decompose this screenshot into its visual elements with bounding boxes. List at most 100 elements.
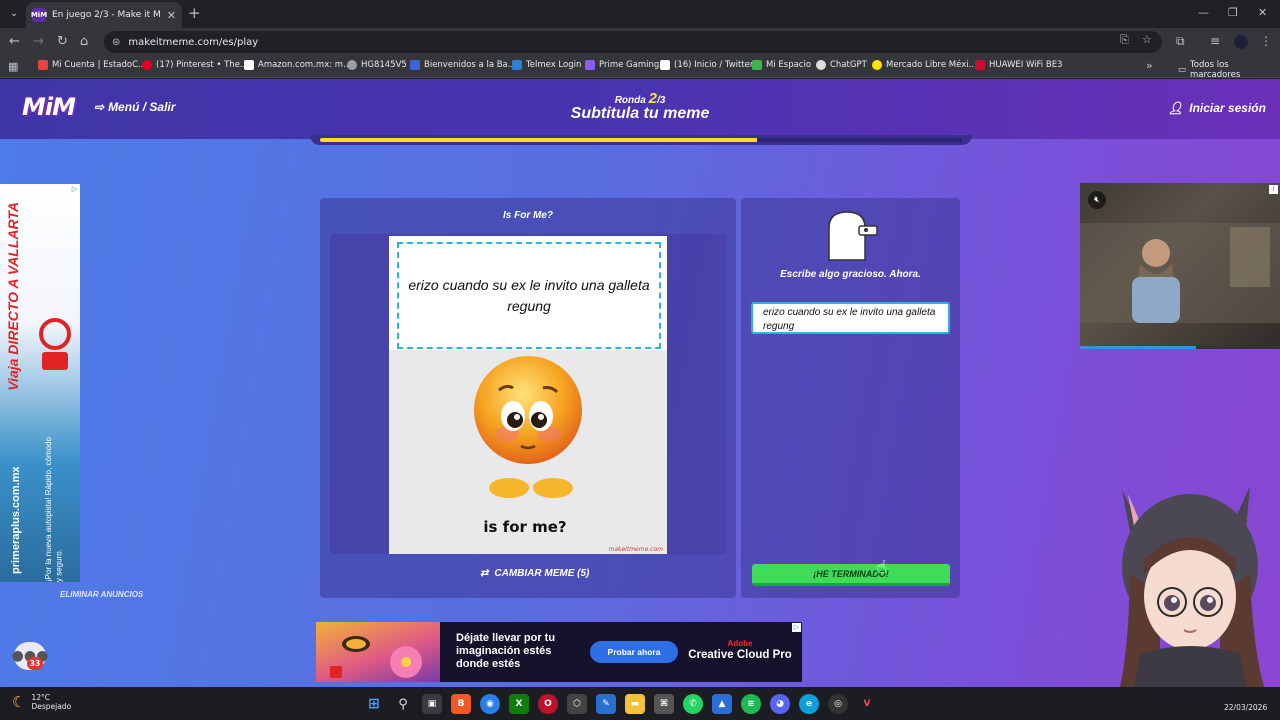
back-icon[interactable]: ←	[9, 34, 20, 50]
bookmark-item[interactable]: HG8145V5	[347, 60, 407, 70]
bookmark-favicon-icon	[975, 60, 985, 70]
ad-choices-icon[interactable]: i	[1269, 185, 1278, 194]
forward-icon[interactable]: →	[33, 34, 44, 50]
ad-choices-icon[interactable]: ▷	[70, 185, 79, 194]
bookmark-item[interactable]: (17) Pinterest • The...	[142, 60, 248, 70]
app-icon[interactable]: ⬡	[567, 694, 587, 714]
network-icon[interactable]: ⌘	[654, 694, 674, 714]
streamer-avatar	[1114, 486, 1272, 706]
timer-fill	[320, 138, 757, 142]
ad-choices-icon[interactable]: ▷	[792, 623, 801, 632]
login-link[interactable]: 👤︎ Iniciar sesión	[1168, 101, 1266, 115]
mascot-icon	[828, 211, 878, 261]
bookmark-item[interactable]: ChatGPT	[816, 60, 867, 70]
video-progress	[1080, 346, 1280, 349]
bookmarks-bar: ▦ Mi Cuenta | EstadoC... (17) Pinterest …	[0, 56, 1280, 80]
whatsapp-icon[interactable]: ✆	[683, 694, 703, 714]
minimize-icon[interactable]: —	[1198, 6, 1209, 19]
task-view-icon[interactable]: ▣	[422, 694, 442, 714]
edge-icon[interactable]: e	[799, 694, 819, 714]
discord-icon[interactable]: ◕	[770, 694, 790, 714]
photos-icon[interactable]: ▲	[712, 694, 732, 714]
video-frame-image	[1080, 223, 1280, 323]
bookmark-item[interactable]: Prime Gaming	[585, 60, 659, 70]
tab-close-icon[interactable]: ✕	[167, 9, 176, 22]
windows-start-icon[interactable]: ⊞	[364, 694, 384, 714]
new-tab-button[interactable]: +	[188, 5, 201, 21]
bookmark-item[interactable]: Bienvenidos a la Ba...	[410, 60, 516, 70]
tab-active[interactable]: MiM En juego 2/3 - Make it Meme ✕	[26, 2, 182, 28]
done-button[interactable]: ¡HE TERMINADO!	[752, 564, 950, 586]
install-app-icon[interactable]: ⎘	[1120, 33, 1129, 47]
side-ad-left[interactable]: ▷ Viaja DIRECTO A VALLARTA primeraplus.c…	[0, 184, 80, 582]
home-icon[interactable]: ⌂	[80, 34, 88, 50]
apps-grid-icon[interactable]: ▦	[8, 60, 18, 73]
bookmark-item[interactable]: (16) Inicio / Twitter	[660, 60, 753, 70]
windows-taskbar: ☾ 12°C Despejado ⊞ ⚲ ▣ B ◉ X O ⬡ ✎ ▬ ⌘ ✆…	[0, 687, 1280, 720]
caption-input[interactable]	[751, 302, 950, 334]
bookmark-favicon-icon	[512, 60, 522, 70]
bookmark-favicon-icon	[585, 60, 595, 70]
remove-ads-link[interactable]: ELIMINAR ANUNCIOS	[60, 590, 143, 599]
spotify-icon[interactable]: ≋	[741, 694, 761, 714]
ad-logo-icon	[39, 318, 71, 370]
bookmark-star-icon[interactable]: ☆	[1142, 33, 1152, 46]
extensions-icon[interactable]: ⧉	[1176, 34, 1185, 49]
video-ad[interactable]: 🔇︎ i	[1080, 183, 1280, 349]
ad-text: Déjate llevar por tu imaginación estés d…	[456, 632, 556, 671]
url-text: makeitmeme.com/es/play	[128, 36, 259, 48]
menu-exit-link[interactable]: ⇨ Menú / Salir	[94, 100, 175, 114]
meme-template-name: Is For Me?	[502, 210, 553, 221]
notepad-icon[interactable]: ✎	[596, 694, 616, 714]
meme-caption-area[interactable]: erizo cuando su ex le invito una galleta…	[397, 242, 661, 349]
video-progress-fill	[1080, 346, 1196, 349]
opera-icon[interactable]: O	[538, 694, 558, 714]
all-bookmarks-button[interactable]: ▭ Todos los marcadores	[1178, 60, 1280, 80]
meme-image-text: is for me?	[483, 518, 567, 536]
mute-icon[interactable]: 🔇︎	[1088, 191, 1106, 209]
site-logo[interactable]: MiM	[22, 93, 76, 121]
chat-unread-badge: 33	[27, 657, 43, 670]
taskbar-apps: ⊞ ⚲ ▣ B ◉ X O ⬡ ✎ ▬ ⌘ ✆ ▲ ≋ ◕ e ◎ V	[364, 694, 877, 714]
obs-icon[interactable]: ◎	[828, 694, 848, 714]
site-info-icon[interactable]: ⊜	[112, 37, 120, 48]
url-field[interactable]: ⊜ makeitmeme.com/es/play	[104, 31, 1162, 53]
more-menu-icon[interactable]: ⋮	[1260, 34, 1272, 48]
bookmark-item[interactable]: Mercado Libre Méxi...	[872, 60, 977, 70]
bookmark-favicon-icon	[347, 60, 357, 70]
window-close-icon[interactable]: ✕	[1258, 6, 1267, 19]
ad-brand-name: Creative Cloud Pro	[688, 648, 792, 661]
folder-icon: ▭	[1178, 65, 1187, 75]
address-bar-row: ← → ↻ ⌂ ⊜ makeitmeme.com/es/play ⎘ ☆ ⧉ ≡…	[0, 28, 1280, 56]
exit-icon: ⇨	[94, 100, 105, 114]
tab-search-icon[interactable]: ⌄	[6, 6, 22, 22]
timer-track	[320, 138, 962, 142]
reading-list-icon[interactable]: ≡	[1210, 34, 1220, 48]
bookmark-item[interactable]: Mi Espacio	[752, 60, 811, 70]
meme-panel: Is For Me? erizo cuando su ex le invito …	[320, 198, 736, 598]
bookmark-item[interactable]: Mi Cuenta | EstadoC...	[38, 60, 146, 70]
search-icon[interactable]: ⚲	[393, 694, 413, 714]
bookmark-favicon-icon	[38, 60, 48, 70]
ad-cta-button[interactable]: Probar ahora	[590, 641, 678, 663]
brave-icon[interactable]: B	[451, 694, 471, 714]
chrome-icon[interactable]: ◉	[480, 694, 500, 714]
restore-icon[interactable]: ❐	[1228, 6, 1238, 19]
site-header: MiM ⇨ Menú / Salir Ronda 2/3 Subtitula t…	[0, 79, 1280, 139]
reload-icon[interactable]: ↻	[57, 34, 68, 50]
bottom-banner-ad[interactable]: Déjate llevar por tu imaginación estés d…	[316, 622, 802, 682]
bookmark-item[interactable]: Amazon.com.mx: m...	[244, 60, 351, 70]
file-explorer-icon[interactable]: ▬	[625, 694, 645, 714]
taskbar-date: 22/03/2026	[1224, 703, 1268, 712]
weather-widget[interactable]: ☾ 12°C Despejado	[12, 693, 71, 712]
meme-stage: erizo cuando su ex le invito una galleta…	[330, 234, 726, 554]
profile-avatar[interactable]	[1234, 35, 1248, 49]
bookmarks-overflow-icon[interactable]: »	[1146, 59, 1153, 72]
bookmark-item[interactable]: HUAWEI WiFi BE3	[975, 60, 1062, 70]
change-meme-button[interactable]: ⇄ CAMBIAR MEME (5)	[480, 568, 589, 579]
bookmark-item[interactable]: Telmex Login	[512, 60, 581, 70]
shy-emoji-icon	[474, 356, 582, 498]
browser-tab-bar: ⌄ MiM En juego 2/3 - Make it Meme ✕ + — …	[0, 0, 1280, 28]
xbox-icon[interactable]: X	[509, 694, 529, 714]
valorant-icon[interactable]: V	[857, 694, 877, 714]
